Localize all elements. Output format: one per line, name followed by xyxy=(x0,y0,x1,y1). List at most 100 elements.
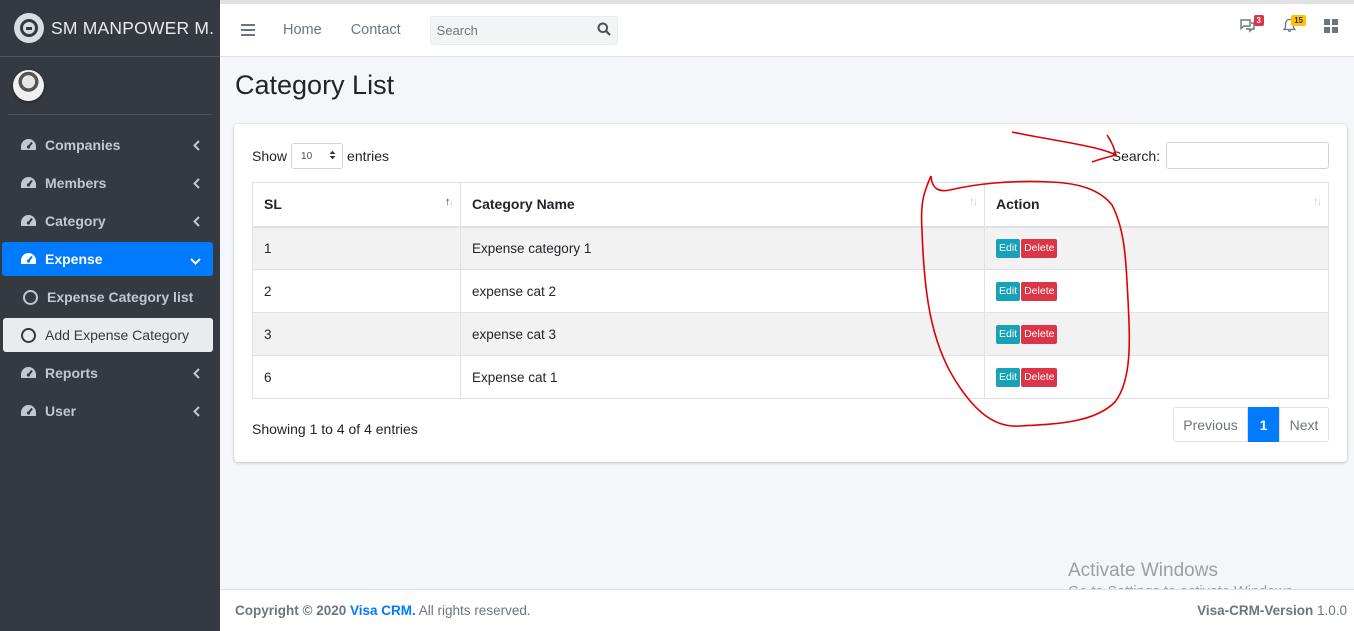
messages-badge: 3 xyxy=(1253,15,1264,26)
brand-link[interactable]: SM MANPOWER M. xyxy=(0,0,220,57)
sidebar-item-label: Category xyxy=(45,213,106,229)
sidebar-item-add-expense-category[interactable]: Add Expense Category xyxy=(3,318,213,352)
sidebar-item-label: Companies xyxy=(45,137,121,153)
nav-link-contact[interactable]: Contact xyxy=(351,22,401,38)
cell-action: Edit Delete xyxy=(984,355,1329,399)
cell-action: Edit Delete xyxy=(984,226,1329,270)
column-header-sl[interactable]: SL ↑↓ xyxy=(252,182,461,228)
column-header-label: Category Name xyxy=(472,196,575,213)
sort-icon: ↑↓ xyxy=(969,196,978,208)
cell-category-name: expense cat 2 xyxy=(460,269,985,313)
pagination: Previous 1 Next xyxy=(1173,407,1329,442)
footer-version: Visa-CRM-Version 1.0.0 xyxy=(1197,603,1347,618)
circle-icon xyxy=(21,289,39,305)
sidebar-item-companies[interactable]: Companies xyxy=(8,128,212,162)
nav-link-home[interactable]: Home xyxy=(283,22,322,38)
sidebar-item-user[interactable]: User xyxy=(8,394,212,428)
page-length-select[interactable]: 10 xyxy=(291,143,344,169)
navbar-search-input[interactable] xyxy=(436,22,577,38)
hamburger-menu-icon[interactable] xyxy=(241,24,255,36)
search-icon[interactable] xyxy=(597,22,611,39)
cell-action: Edit Delete xyxy=(984,312,1329,356)
sidebar-item-label: Expense xyxy=(45,251,103,267)
circle-icon xyxy=(19,327,37,343)
cell-sl: 2 xyxy=(252,269,461,313)
updown-caret-icon xyxy=(329,150,336,163)
category-table: SL ↑↓ Category Name ↑↓ Action ↑↓ 1 Expen… xyxy=(252,182,1329,399)
edit-button[interactable]: Edit xyxy=(996,281,1021,301)
sidebar-item-label: Add Expense Category xyxy=(45,327,189,343)
sidebar-item-expense[interactable]: Expense xyxy=(2,242,213,276)
page-length-control: Show 10 entries xyxy=(252,143,389,169)
sort-icon: ↑↓ xyxy=(1313,196,1322,208)
category-table-card: Show 10 entries Search: SL ↑↓ Category N… xyxy=(234,124,1347,462)
delete-button[interactable]: Delete xyxy=(1021,238,1058,258)
dashboard-gauge-icon xyxy=(19,366,37,380)
sort-asc-icon: ↑↓ xyxy=(445,196,454,208)
page-title: Category List xyxy=(235,70,395,100)
messages-button[interactable]: 3 xyxy=(1238,15,1264,36)
table-row: 2 expense cat 2 Edit Delete xyxy=(252,269,1329,313)
brand-name: SM MANPOWER M. xyxy=(51,17,215,38)
edit-button[interactable]: Edit xyxy=(996,324,1021,344)
table-row: 3 expense cat 3 Edit Delete xyxy=(252,312,1329,356)
table-search-label: Search: xyxy=(1111,147,1160,164)
table-row: 1 Expense category 1 Edit Delete xyxy=(252,226,1329,270)
user-panel xyxy=(8,57,212,115)
pagination-page-current[interactable]: 1 xyxy=(1248,407,1279,442)
sidebar-item-label: Members xyxy=(45,175,107,191)
sidebar-item-expense-category-list[interactable]: Expense Category list xyxy=(8,280,212,314)
chevron-left-icon xyxy=(193,404,200,420)
chevron-left-icon xyxy=(193,214,200,230)
chevron-left-icon xyxy=(193,138,200,154)
cell-category-name: expense cat 3 xyxy=(460,312,985,356)
dashboard-gauge-icon xyxy=(19,214,37,228)
apps-grid-button[interactable] xyxy=(1322,18,1340,36)
chevron-left-icon xyxy=(193,366,200,382)
dashboard-gauge-icon xyxy=(19,252,37,266)
version-label: Visa-CRM-Version xyxy=(1197,603,1314,618)
table-row: 6 Expense cat 1 Edit Delete xyxy=(252,355,1329,399)
edit-button[interactable]: Edit xyxy=(996,367,1021,387)
edit-button[interactable]: Edit xyxy=(996,238,1021,258)
page-length-value: 10 xyxy=(301,150,313,162)
cell-sl: 3 xyxy=(252,312,461,356)
top-navbar: Home Contact 3 15 xyxy=(220,0,1354,57)
table-header-row: SL ↑↓ Category Name ↑↓ Action ↑↓ xyxy=(252,182,1329,228)
watermark-title: Activate Windows xyxy=(1068,560,1218,581)
brand-logo-icon xyxy=(14,13,44,43)
notifications-badge: 15 xyxy=(1291,15,1306,26)
chevron-left-icon xyxy=(193,176,200,192)
delete-button[interactable]: Delete xyxy=(1021,281,1058,301)
navbar-right: 3 15 xyxy=(1238,15,1340,36)
column-header-label: SL xyxy=(264,196,282,213)
table-search-control: Search: xyxy=(1112,142,1329,169)
delete-button[interactable]: Delete xyxy=(1021,367,1058,387)
column-header-category-name[interactable]: Category Name ↑↓ xyxy=(460,182,985,228)
sidebar-item-reports[interactable]: Reports xyxy=(8,356,212,390)
version-number: 1.0.0 xyxy=(1316,603,1347,618)
entries-label: entries xyxy=(347,148,390,164)
sidebar-item-category[interactable]: Category xyxy=(8,204,212,238)
table-info: Showing 1 to 4 of 4 entries xyxy=(252,421,418,437)
footer-copyright: Copyright © 2020 Visa CRM. All rights re… xyxy=(235,603,531,618)
sidebar-item-members[interactable]: Members xyxy=(8,166,212,200)
navbar-search xyxy=(429,15,618,45)
cell-sl: 6 xyxy=(252,355,461,399)
cell-category-name: Expense category 1 xyxy=(460,226,985,270)
pagination-previous[interactable]: Previous xyxy=(1173,407,1248,442)
delete-button[interactable]: Delete xyxy=(1021,324,1058,344)
avatar[interactable] xyxy=(13,70,44,101)
notifications-button[interactable]: 15 xyxy=(1280,15,1306,36)
cell-sl: 1 xyxy=(252,226,461,270)
column-header-action[interactable]: Action ↑↓ xyxy=(984,182,1329,228)
sidebar-nav: Companies Members Category Expense Expen… xyxy=(0,115,220,428)
footer: Copyright © 2020 Visa CRM. All rights re… xyxy=(220,589,1354,631)
column-header-label: Action xyxy=(996,196,1040,213)
sidebar-item-label: Expense Category list xyxy=(47,289,194,305)
pagination-next[interactable]: Next xyxy=(1279,407,1329,442)
table-search-input[interactable] xyxy=(1166,142,1329,169)
footer-brand-link[interactable]: Visa CRM. xyxy=(350,603,416,618)
dashboard-gauge-icon xyxy=(19,404,37,418)
dashboard-gauge-icon xyxy=(19,176,37,190)
